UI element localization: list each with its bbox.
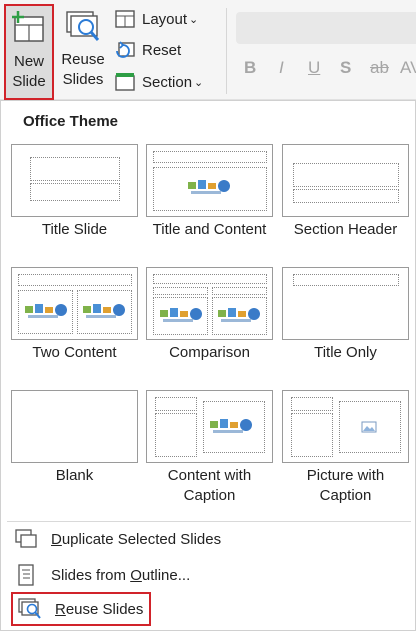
duplicate-label-rest: uplicate Selected Slides bbox=[61, 530, 222, 548]
layout-name: Title Slide bbox=[41, 221, 108, 238]
layout-thumbnail bbox=[11, 267, 138, 340]
layout-thumbnail bbox=[282, 267, 409, 340]
content-placeholder-icon bbox=[210, 419, 252, 433]
reuse-slides-item[interactable]: Reuse Slides bbox=[11, 592, 152, 626]
layout-name-line2: Caption bbox=[183, 487, 236, 504]
outline-label: Slides from Outline... bbox=[51, 567, 190, 584]
new-slide-label-line1: New bbox=[13, 53, 44, 70]
underline-button[interactable]: U bbox=[308, 58, 320, 78]
duplicate-label: Duplicate Selected Slides bbox=[51, 531, 221, 548]
content-placeholder-icon bbox=[83, 304, 125, 318]
reset-label: Reset bbox=[142, 41, 182, 59]
duplicate-slides-icon bbox=[13, 526, 39, 552]
layout-thumbnail bbox=[282, 144, 409, 217]
reset-icon bbox=[116, 41, 135, 58]
layout-name: Blank bbox=[55, 467, 94, 484]
reuse-slides-label: Reuse Slides bbox=[55, 601, 143, 618]
layout-name: Title and Content bbox=[152, 221, 267, 238]
outline-label-before: Slides from bbox=[51, 566, 131, 584]
outline-label-after: utline... bbox=[141, 566, 191, 584]
menu-divider bbox=[7, 521, 411, 522]
reuse-label-line2: Slides bbox=[62, 71, 104, 88]
section-icon bbox=[115, 73, 135, 91]
content-placeholder-icon bbox=[25, 304, 67, 318]
layout-thumbnail bbox=[146, 144, 273, 217]
content-placeholder-icon bbox=[188, 180, 230, 194]
content-placeholder-icon bbox=[160, 308, 202, 322]
layout-thumbnail bbox=[146, 390, 273, 463]
layout-name: Title Only bbox=[314, 344, 377, 361]
layout-thumbnail bbox=[146, 267, 273, 340]
layout-button[interactable]: Layout ⌄ bbox=[114, 5, 198, 33]
strikethrough-button[interactable]: ab bbox=[370, 58, 389, 78]
layout-name-line2: Caption bbox=[319, 487, 372, 504]
new-slide-button[interactable]: New Slide ⌄ bbox=[4, 4, 54, 106]
layout-name: Two Content bbox=[32, 344, 117, 361]
layout-name: Section Header bbox=[293, 221, 398, 238]
font-name-box[interactable] bbox=[236, 12, 416, 44]
ribbon: New Slide ⌄ Reuse Slides Layout ⌄ Reset … bbox=[0, 0, 416, 106]
layout-label: Layout bbox=[142, 10, 188, 28]
layout-name: Content with bbox=[167, 467, 252, 484]
new-slide-icon bbox=[12, 11, 44, 42]
new-slide-dropdown: Office Theme Title Slide Title and Conte… bbox=[0, 100, 416, 631]
character-spacing-button[interactable]: AV bbox=[400, 58, 416, 78]
ribbon-separator bbox=[226, 8, 227, 94]
reset-button[interactable]: Reset bbox=[114, 36, 181, 64]
theme-title: Office Theme bbox=[23, 113, 119, 130]
layout-thumbnail bbox=[11, 390, 138, 463]
layout-thumbnail bbox=[282, 390, 409, 463]
outline-icon bbox=[13, 562, 39, 588]
reuse-label-line1: Reuse bbox=[61, 51, 105, 68]
layout-icon bbox=[115, 10, 135, 28]
text-shadow-button[interactable]: S bbox=[340, 58, 351, 78]
section-button[interactable]: Section ⌄ bbox=[114, 68, 203, 96]
content-placeholder-icon bbox=[218, 308, 260, 322]
chevron-down-icon: ⌄ bbox=[194, 76, 204, 89]
reuse-slides-icon bbox=[66, 11, 100, 41]
chevron-down-icon: ⌄ bbox=[189, 13, 199, 26]
reuse-label-rest: euse Slides bbox=[65, 600, 144, 618]
layout-name: Picture with bbox=[306, 467, 385, 484]
section-label: Section bbox=[142, 73, 193, 91]
layout-name: Comparison bbox=[169, 344, 250, 361]
italic-button[interactable]: I bbox=[279, 58, 284, 78]
picture-placeholder-icon bbox=[361, 421, 377, 433]
outline-accelerator: O bbox=[130, 566, 142, 584]
reuse-slides-button[interactable]: Reuse Slides bbox=[58, 4, 108, 96]
duplicate-accelerator: D bbox=[51, 530, 62, 548]
reuse-accelerator: R bbox=[55, 600, 66, 618]
new-slide-label-text: Slide bbox=[12, 73, 46, 90]
bold-button[interactable]: B bbox=[244, 58, 256, 78]
layout-thumbnail bbox=[11, 144, 138, 217]
duplicate-selected-slides-item[interactable]: Duplicate Selected Slides bbox=[13, 523, 221, 555]
reuse-slides-icon bbox=[17, 596, 43, 622]
slides-from-outline-item[interactable]: Slides from Outline... bbox=[13, 559, 190, 591]
